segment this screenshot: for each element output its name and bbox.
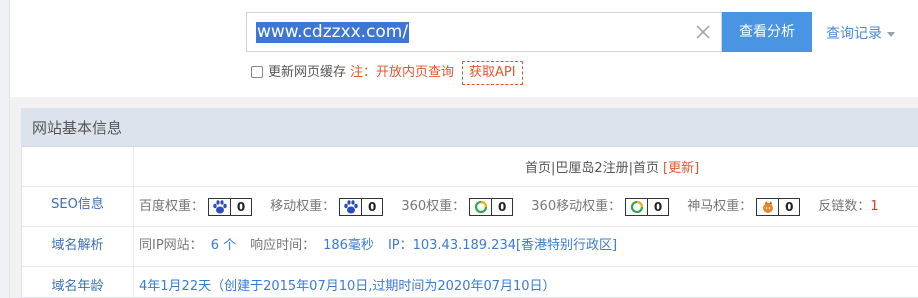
- s360-mobile-weight-badge[interactable]: 0: [625, 197, 670, 216]
- s360-mobile-weight-label: 360移动权重：: [531, 199, 622, 214]
- cache-options: 更新网页缓存 注：开放内页查询 获取API: [251, 61, 523, 85]
- update-link[interactable]: [更新]: [663, 161, 699, 176]
- update-cache-label[interactable]: 更新网页缓存: [268, 65, 346, 80]
- s360-weight-badge[interactable]: 0: [469, 197, 514, 216]
- chevron-down-icon[interactable]: [887, 31, 895, 37]
- s360-mobile-weight-value: 0: [653, 199, 663, 214]
- left-gutter: [0, 0, 10, 298]
- url-info-label: [22, 147, 134, 186]
- seo-label[interactable]: SEO信息: [22, 187, 134, 226]
- analyze-button[interactable]: 查看分析: [722, 12, 812, 52]
- backlinks-value[interactable]: 1: [870, 199, 878, 214]
- domain-age-row: 域名年龄 4年1月22天（创建于2015年07月10日,过期时间为2020年07…: [22, 267, 918, 298]
- domain-resolve-values: 同IP网站： 6 个响应时间： 186毫秒 IP：103.43.189.234[香港特…: [139, 227, 617, 266]
- url-info-row: 首页|巴厘岛2注册|首页 [更新]: [22, 147, 918, 187]
- response-time-label: 响应时间：: [250, 238, 316, 253]
- query-history-label[interactable]: 查询记录: [826, 26, 882, 42]
- so360-ring-icon: [470, 198, 493, 215]
- so360-mobile-ring-icon: [626, 198, 649, 215]
- seo-values: 百度权重： 0 移动权重： 0 360权重： 0 360移动权重： 0 神马权重： 0 反…: [139, 187, 879, 226]
- inner-page-note[interactable]: 注：开放内页查询: [350, 65, 454, 80]
- domain-age-value[interactable]: 4年1月22天（创建于2015年07月10日,过期时间为2020年07月10日）: [139, 279, 556, 294]
- site-info-panel: 网站基本信息 首页|巴厘岛2注册|首页 [更新] SEO信息 百度权重： 0 移动权…: [21, 108, 918, 298]
- ip-info[interactable]: IP：103.43.189.234[香港特别行政区]: [388, 238, 617, 253]
- search-input-value[interactable]: www.cdzzxx.com/: [256, 22, 410, 43]
- page-title-info: 首页|巴厘岛2注册|首页 [更新]: [525, 157, 699, 176]
- domain-age-values: 4年1月22天（创建于2015年07月10日,过期时间为2020年07月10日）: [139, 267, 556, 298]
- mobile-weight-value: 0: [367, 199, 377, 214]
- shenma-weight-label: 神马权重：: [687, 199, 753, 214]
- s360-weight-value: 0: [497, 199, 507, 214]
- clear-icon[interactable]: [693, 22, 713, 42]
- same-ip-value[interactable]: 6 个: [211, 238, 236, 253]
- baidu-weight-badge[interactable]: 0: [208, 197, 253, 216]
- baidu-paw-icon: [209, 198, 232, 215]
- baidu-mobile-paw-icon: [340, 198, 363, 215]
- panel-title: 网站基本信息: [22, 109, 918, 147]
- mobile-weight-badge[interactable]: 0: [339, 197, 384, 216]
- shenma-weight-badge[interactable]: 0: [756, 197, 801, 216]
- s360-weight-label: 360权重：: [401, 199, 466, 214]
- same-ip-label: 同IP网站：: [139, 238, 203, 253]
- shenma-horse-icon: [757, 198, 780, 215]
- mobile-weight-label: 移动权重：: [270, 199, 336, 214]
- shenma-weight-value: 0: [785, 199, 794, 214]
- page-title-text: 首页|巴厘岛2注册|首页: [525, 161, 660, 176]
- search-input[interactable]: www.cdzzxx.com/: [246, 12, 722, 52]
- query-history-dropdown[interactable]: 查询记录: [826, 23, 895, 43]
- backlinks-label: 反链数：: [818, 199, 871, 214]
- domain-resolve-row: 域名解析 同IP网站： 6 个响应时间： 186毫秒 IP：103.43.189.23…: [22, 227, 918, 267]
- domain-age-label[interactable]: 域名年龄: [22, 267, 134, 298]
- update-cache-checkbox[interactable]: [251, 65, 263, 78]
- domain-resolve-label[interactable]: 域名解析: [22, 227, 134, 266]
- baidu-weight-value: 0: [236, 199, 246, 214]
- seo-row: SEO信息 百度权重： 0 移动权重： 0 360权重： 0 360移动权重： 0 神马…: [22, 187, 918, 227]
- baidu-weight-label: 百度权重：: [139, 199, 205, 214]
- get-api-button[interactable]: 获取API: [462, 61, 523, 85]
- response-time-value: 186毫秒: [323, 238, 374, 253]
